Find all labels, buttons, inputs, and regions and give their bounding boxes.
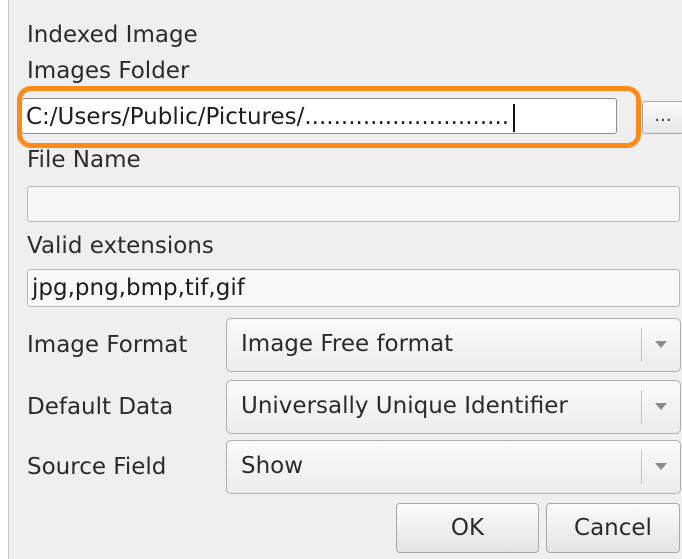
file-name-label: File Name: [27, 147, 141, 173]
combo-separator: [641, 328, 642, 362]
section-title: Indexed Image: [27, 22, 198, 48]
ok-button[interactable]: OK: [396, 503, 539, 553]
chevron-down-icon: [655, 341, 667, 348]
file-name-input[interactable]: [27, 186, 680, 222]
image-format-label: Image Format: [27, 332, 188, 358]
source-field-value: Show: [241, 453, 304, 479]
source-field-label: Source Field: [27, 454, 167, 480]
combo-separator: [641, 390, 642, 424]
image-format-value: Image Free format: [241, 331, 454, 357]
chevron-down-icon: [655, 403, 667, 410]
valid-extensions-label: Valid extensions: [27, 233, 214, 259]
image-format-select[interactable]: Image Free format: [226, 318, 681, 372]
indexed-image-dialog: Indexed Image Images Folder C:/Users/Pub…: [8, 0, 682, 559]
default-data-select[interactable]: Universally Unique Identifier: [226, 380, 681, 434]
images-folder-label: Images Folder: [27, 58, 190, 84]
default-data-label: Default Data: [27, 394, 174, 420]
cancel-button[interactable]: Cancel: [546, 503, 680, 553]
chevron-down-icon: [655, 463, 667, 470]
highlight-box: [17, 86, 641, 148]
default-data-value: Universally Unique Identifier: [241, 393, 568, 419]
source-field-select[interactable]: Show: [226, 440, 681, 494]
valid-extensions-input[interactable]: jpg,png,bmp,tif,gif: [27, 269, 680, 307]
browse-button[interactable]: ...: [642, 101, 682, 134]
combo-separator: [641, 450, 642, 484]
